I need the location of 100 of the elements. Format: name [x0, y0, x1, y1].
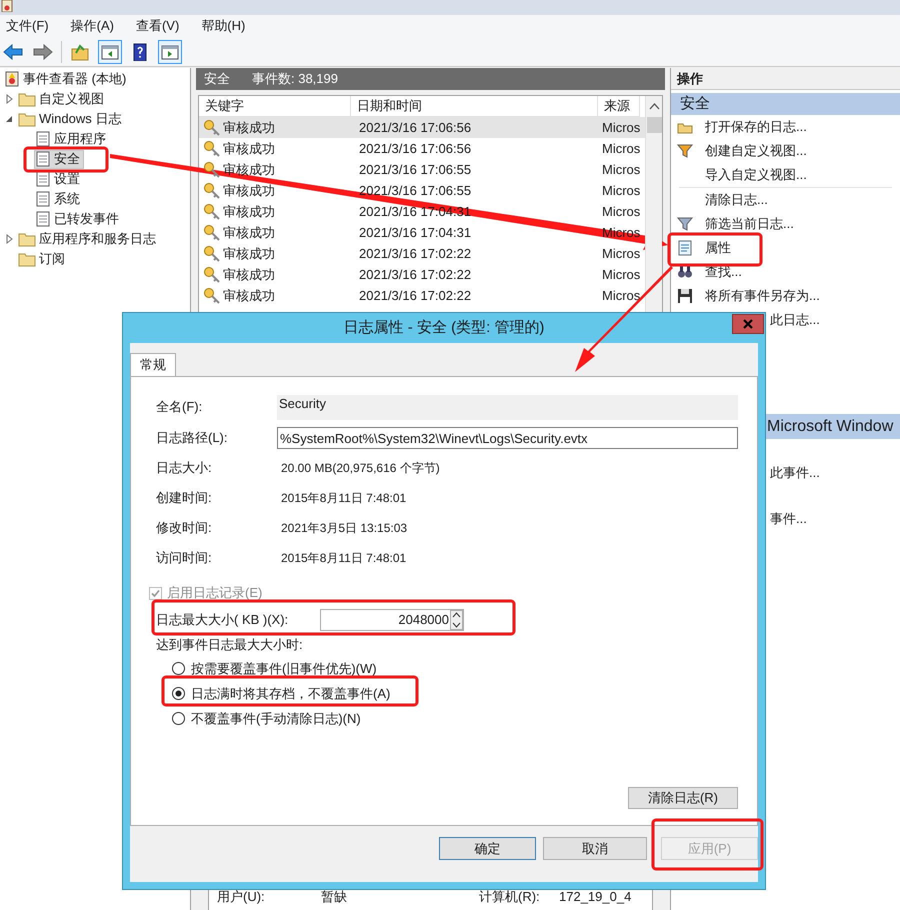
radio-option[interactable]: 日志满时将其存档，不覆盖事件(A) — [172, 681, 738, 706]
table-cell-text: 2021/3/16 17:02:22 — [358, 266, 472, 284]
tree-item[interactable]: 系统 — [34, 190, 84, 208]
table-cell-text: Micros — [601, 286, 640, 305]
detail-value: 172_19_0_4 — [559, 888, 632, 906]
table-cell-text: 审核成功 — [223, 202, 275, 221]
table-row[interactable]: 审核成功 2021/3/16 17:02:22 Micros — [199, 264, 645, 285]
close-icon — [743, 319, 753, 329]
back-icon — [3, 42, 23, 60]
table-cell-text: 2021/3/16 17:04:31 — [358, 224, 472, 242]
tree-item[interactable]: 订阅 — [17, 250, 69, 268]
field-label: 访问时间: — [156, 549, 213, 568]
section-header[interactable]: 安全 — [671, 93, 900, 115]
close-button[interactable] — [732, 314, 764, 334]
folder-icon — [18, 231, 36, 247]
log-icon — [35, 211, 51, 227]
tab[interactable]: 常规 — [130, 353, 176, 376]
table-cell-text: 审核成功 — [223, 266, 275, 284]
action-item[interactable]: 清除日志... — [671, 188, 900, 212]
table-row[interactable]: 审核成功 2021/3/16 17:02:22 Micros — [199, 243, 645, 264]
field-value: 2021年3月5日 13:15:03 — [280, 520, 408, 537]
forward-icon — [33, 42, 53, 60]
field-label: 创建时间: — [156, 489, 213, 508]
table-cell-text: Micros — [601, 202, 640, 221]
detail-label: 计算机(R): — [479, 888, 541, 906]
table-cell-text: 2021/3/16 17:02:22 — [358, 286, 472, 305]
action-item[interactable]: 查找... — [671, 260, 900, 284]
table-cell-text: 2021/3/16 17:06:56 — [358, 140, 472, 158]
radio-option[interactable]: 按需要覆盖事件(旧事件优先)(W) — [172, 656, 738, 681]
field-value: 20.00 MB(20,975,616 个字节) — [280, 460, 440, 477]
tree-item[interactable]: 应用程序和服务日志 — [17, 230, 160, 248]
table-cell-text: 审核成功 — [223, 140, 275, 158]
action-item[interactable]: 属性 — [671, 236, 900, 260]
menu-item[interactable]: 查看(V) — [134, 16, 180, 36]
table-row[interactable]: 审核成功 2021/3/16 17:02:22 Micros — [199, 285, 645, 306]
table-cell-text: 审核成功 — [223, 182, 275, 200]
field-value: 2015年8月11日 7:48:01 — [280, 550, 406, 567]
input-field[interactable]: %SystemRoot%\System32\Winevt\Logs\Security.evtx — [277, 427, 738, 449]
action-icon — [677, 216, 695, 232]
tree-item[interactable]: 安全 — [34, 150, 84, 168]
action-icon — [677, 288, 695, 304]
tree-item[interactable]: 事件查看器 (本地) — [3, 70, 130, 88]
dialog-button[interactable]: 确定 — [439, 837, 536, 860]
action-item[interactable]: 导入自定义视图... — [671, 163, 900, 187]
panel-icon — [160, 42, 180, 60]
clear-log-button[interactable]: 清除日志(R) — [628, 787, 738, 809]
toolbar-button[interactable] — [98, 40, 122, 64]
table-cell-text: Micros — [601, 160, 640, 179]
action-item[interactable]: 筛选当前日志... — [671, 212, 900, 236]
detail-label: 用户(U): — [216, 888, 266, 906]
tree-item[interactable]: 自定义视图 — [17, 90, 108, 108]
key-icon — [203, 160, 221, 178]
toolbar-button[interactable] — [158, 40, 182, 64]
action-item[interactable]: 创建自定义视图... — [671, 139, 900, 163]
tree-item[interactable]: Windows 日志 — [17, 110, 126, 128]
dialog-button[interactable]: 取消 — [543, 837, 647, 860]
spin-arrows-icon — [450, 610, 463, 630]
menu-item[interactable]: 文件(F) — [5, 16, 50, 36]
table-row[interactable]: 审核成功 2021/3/16 17:06:56 Micros — [199, 117, 645, 138]
action-icon — [677, 264, 695, 280]
key-icon — [203, 182, 221, 200]
tree-item[interactable]: 应用程序 — [34, 130, 110, 148]
dialog-button: 应用(P) — [661, 837, 758, 860]
log-icon — [35, 171, 51, 187]
dialog-title: 日志属性 - 安全 (类型: 管理的) — [344, 318, 544, 338]
detail-value: 暂缺 — [321, 888, 348, 906]
table-cell-text: 2021/3/16 17:06:56 — [358, 118, 472, 137]
tree-item[interactable]: 已转发事件 — [34, 210, 123, 228]
group-label: 达到事件日志最大大小时: — [156, 636, 304, 654]
log-icon — [35, 191, 51, 207]
key-icon — [203, 266, 221, 284]
action-item[interactable]: 打开保存的日志... — [671, 115, 900, 139]
table-cell-text: 审核成功 — [223, 224, 275, 242]
field-label: 日志最大大小( KB )(X): — [156, 611, 290, 630]
tree-item[interactable]: 设置 — [34, 170, 84, 188]
spin-box[interactable]: 2048000 — [320, 609, 464, 631]
folder-icon — [18, 111, 36, 127]
field-label: 日志大小: — [156, 459, 213, 478]
action-item[interactable]: 将所有事件另存为... — [671, 284, 900, 308]
scroll-thumb[interactable] — [646, 117, 662, 133]
table-cell-text: 2021/3/16 17:02:22 — [358, 244, 472, 263]
table-cell-text: Micros — [601, 182, 640, 200]
table-row[interactable]: 审核成功 2021/3/16 17:06:55 Micros — [199, 180, 645, 201]
table-cell-text: Micros — [601, 244, 640, 263]
table-cell-text: 审核成功 — [223, 244, 275, 263]
table-cell-text: 审核成功 — [223, 286, 275, 305]
table-cell-text: 2021/3/16 17:06:55 — [358, 182, 472, 200]
log-icon — [35, 131, 51, 147]
key-icon — [203, 118, 221, 136]
table-cell-text: Micros — [601, 266, 640, 284]
key-icon — [203, 286, 221, 304]
menu-item[interactable]: 操作(A) — [70, 16, 115, 36]
panel-title: 操作 — [671, 68, 900, 90]
action-icon — [677, 143, 695, 159]
menu-item[interactable]: 帮助(H) — [200, 16, 246, 36]
radio-option[interactable]: 不覆盖事件(手动清除日志)(N) — [172, 706, 738, 731]
table-row[interactable]: 审核成功 2021/3/16 17:06:56 Micros — [199, 138, 645, 159]
table-cell-text: Micros — [601, 118, 640, 137]
app-icon — [1, 0, 13, 12]
readonly-field: Security — [277, 394, 738, 420]
